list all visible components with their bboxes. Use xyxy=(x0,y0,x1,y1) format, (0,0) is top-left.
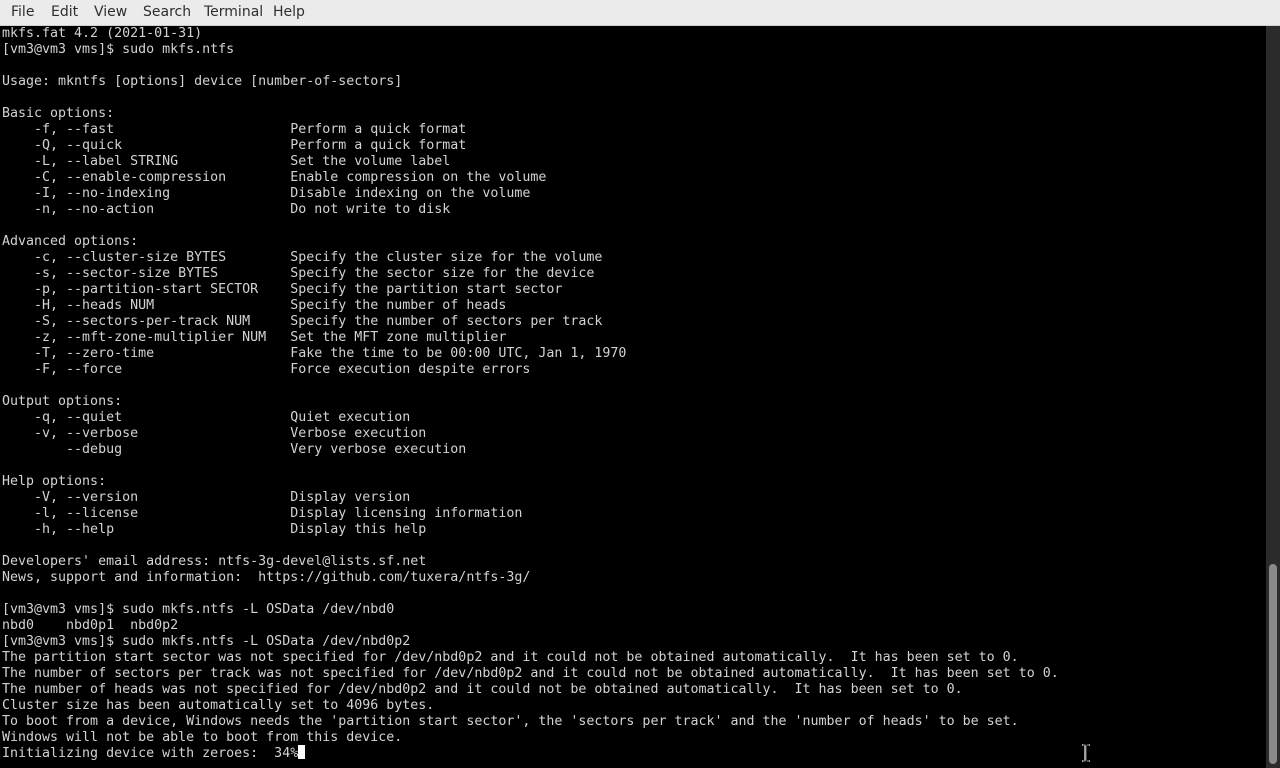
terminal-line: -Q, --quick Perform a quick format xyxy=(2,138,467,153)
terminal-line: The number of heads was not specified fo… xyxy=(2,682,963,697)
terminal-line: Advanced options: xyxy=(2,234,139,249)
terminal-line: -s, --sector-size BYTES Specify the sect… xyxy=(2,266,595,281)
terminal-line: Usage: mkntfs [options] device [number-o… xyxy=(2,74,403,89)
menu-terminal[interactable]: Terminal xyxy=(202,0,265,25)
terminal-line: -I, --no-indexing Disable indexing on th… xyxy=(2,186,531,201)
terminal-line: -S, --sectors-per-track NUM Specify the … xyxy=(2,314,603,329)
terminal-progress-line: Initializing device with zeroes: 34% xyxy=(2,745,306,762)
terminal-line: -z, --mft-zone-multiplier NUM Set the MF… xyxy=(2,330,507,345)
terminal-line: [vm3@vm3 vms]$ sudo mkfs.ntfs -L OSData … xyxy=(2,602,395,617)
terminal-line: News, support and information: https://g… xyxy=(2,570,531,585)
terminal-lines: mkfs.fat 4.2 (2021-01-31) [vm3@vm3 vms]$ … xyxy=(2,26,1059,746)
scrollbar-thumb[interactable] xyxy=(1269,564,1277,764)
terminal-line: Help options: xyxy=(2,474,107,489)
terminal-line: The partition start sector was not speci… xyxy=(2,650,1019,665)
terminal-line: The number of sectors per track was not … xyxy=(2,666,1059,681)
menu-help[interactable]: Help xyxy=(271,0,307,25)
terminal-line: -p, --partition-start SECTOR Specify the… xyxy=(2,282,563,297)
terminal-line: nbd0 nbd0p1 nbd0p2 xyxy=(2,618,179,633)
terminal-line: -C, --enable-compression Enable compress… xyxy=(2,170,547,185)
terminal-line: -n, --no-action Do not write to disk xyxy=(2,202,451,217)
terminal-line: -H, --heads NUM Specify the number of he… xyxy=(2,298,507,313)
terminal-output-area[interactable]: mkfs.fat 4.2 (2021-01-31) [vm3@vm3 vms]$ … xyxy=(0,26,1266,768)
text-cursor-block-icon xyxy=(298,745,306,759)
terminal-line: To boot from a device, Windows needs the… xyxy=(2,714,1019,729)
menu-edit[interactable]: Edit xyxy=(49,0,80,25)
ibeam-pointer-icon xyxy=(1080,744,1092,762)
terminal-line: -l, --license Display licensing informat… xyxy=(2,506,523,521)
menu-view[interactable]: View xyxy=(92,0,129,25)
terminal-line: -f, --fast Perform a quick format xyxy=(2,122,467,137)
menu-bar: File Edit View Search Terminal Help xyxy=(0,0,1280,26)
terminal-line: Cluster size has been automatically set … xyxy=(2,698,435,713)
terminal-line: -V, --version Display version xyxy=(2,490,411,505)
progress-text: Initializing device with zeroes: 34% xyxy=(2,746,299,761)
menu-search[interactable]: Search xyxy=(141,0,193,25)
terminal-line: -h, --help Display this help xyxy=(2,522,427,537)
terminal-line: -F, --force Force execution despite erro… xyxy=(2,362,531,377)
terminal-line: Basic options: xyxy=(2,106,115,121)
terminal-line: -q, --quiet Quiet execution xyxy=(2,410,411,425)
terminal-line: -L, --label STRING Set the volume label xyxy=(2,154,451,169)
terminal-line: -c, --cluster-size BYTES Specify the clu… xyxy=(2,250,603,265)
terminal-line: [vm3@vm3 vms]$ sudo mkfs.ntfs -L OSData … xyxy=(2,634,411,649)
terminal-line: -T, --zero-time Fake the time to be 00:0… xyxy=(2,346,627,361)
terminal-line: -v, --verbose Verbose execution xyxy=(2,426,427,441)
terminal-line: Output options: xyxy=(2,394,123,409)
terminal-line: [vm3@vm3 vms]$ sudo mkfs.ntfs xyxy=(2,42,235,57)
terminal-line: Windows will not be able to boot from th… xyxy=(2,730,403,745)
vertical-scrollbar[interactable] xyxy=(1266,26,1280,768)
terminal-line: Developers' email address: ntfs-3g-devel… xyxy=(2,554,427,569)
terminal-line: mkfs.fat 4.2 (2021-01-31) xyxy=(2,26,203,41)
menu-file[interactable]: File xyxy=(9,0,36,25)
terminal-line: --debug Very verbose execution xyxy=(2,442,467,457)
